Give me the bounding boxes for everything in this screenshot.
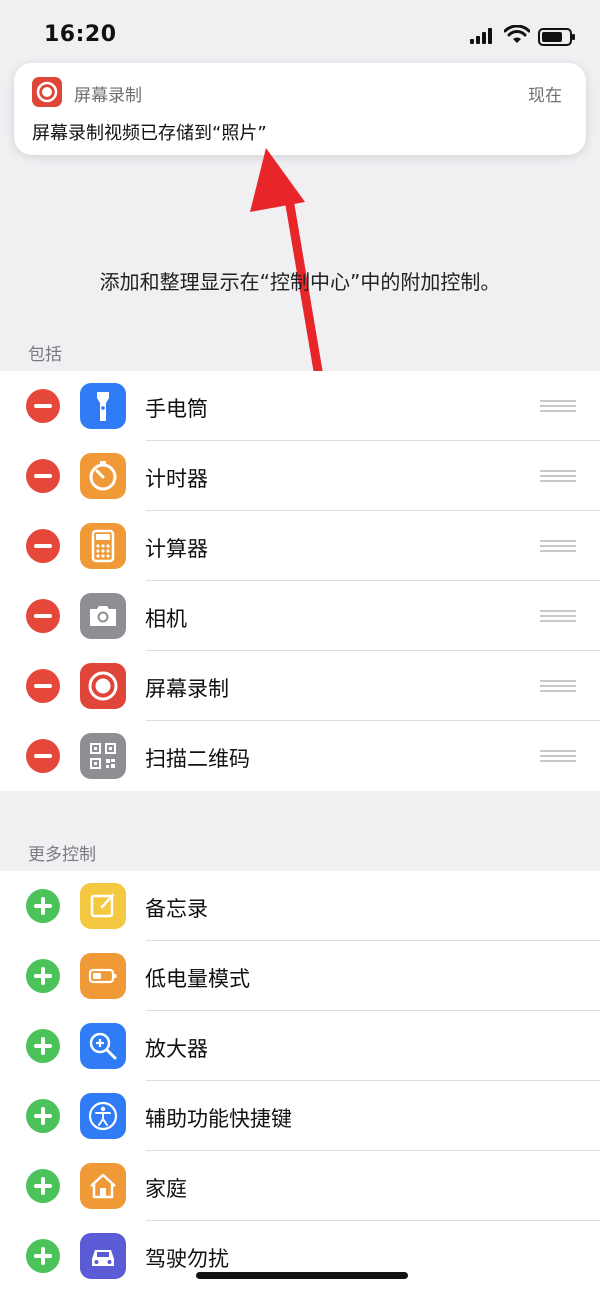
remove-button[interactable] bbox=[26, 389, 60, 423]
list-item: 屏幕录制 bbox=[0, 651, 600, 721]
flashlight-icon bbox=[80, 383, 126, 429]
notification-app-name: 屏幕录制 bbox=[74, 86, 142, 106]
list-item: 扫描二维码 bbox=[0, 721, 600, 791]
wifi-icon bbox=[504, 25, 530, 43]
section-header-included: 包括 bbox=[28, 345, 62, 365]
included-controls-list: 手电筒 计时器 计算器 相机 屏幕录制 扫描二维码 bbox=[0, 371, 600, 791]
list-item: 计算器 bbox=[0, 511, 600, 581]
status-bar: 16:20 bbox=[0, 0, 600, 70]
car-icon bbox=[80, 1233, 126, 1279]
control-label: 计算器 bbox=[145, 537, 208, 561]
magnifier-icon bbox=[80, 1023, 126, 1069]
remove-button[interactable] bbox=[26, 599, 60, 633]
control-label: 辅助功能快捷键 bbox=[145, 1107, 292, 1131]
timer-icon bbox=[80, 453, 126, 499]
list-item: 驾驶勿扰 bbox=[0, 1221, 600, 1291]
control-label: 相机 bbox=[145, 607, 187, 631]
add-button[interactable] bbox=[26, 889, 60, 923]
reorder-handle[interactable] bbox=[540, 468, 576, 484]
notification-time: 现在 bbox=[528, 86, 562, 106]
screen-record-icon bbox=[32, 77, 62, 107]
list-item: 备忘录 bbox=[0, 871, 600, 941]
remove-button[interactable] bbox=[26, 739, 60, 773]
qr-code-icon bbox=[80, 733, 126, 779]
screen-recording-notification[interactable]: 屏幕录制 现在 屏幕录制视频已存储到“照片” bbox=[14, 63, 586, 155]
list-item: 辅助功能快捷键 bbox=[0, 1081, 600, 1151]
list-item: 手电筒 bbox=[0, 371, 600, 441]
remove-button[interactable] bbox=[26, 529, 60, 563]
control-label: 屏幕录制 bbox=[145, 677, 229, 701]
control-label: 家庭 bbox=[145, 1177, 187, 1201]
list-item: 相机 bbox=[0, 581, 600, 651]
list-item: 计时器 bbox=[0, 441, 600, 511]
list-item: 家庭 bbox=[0, 1151, 600, 1221]
home-icon bbox=[80, 1163, 126, 1209]
cellular-signal-icon bbox=[470, 28, 492, 44]
more-controls-list: 备忘录 低电量模式 放大器 辅助功能快捷键 家庭 驾驶勿扰 bbox=[0, 871, 600, 1293]
control-label: 放大器 bbox=[145, 1037, 208, 1061]
remove-button[interactable] bbox=[26, 669, 60, 703]
battery-icon bbox=[538, 28, 575, 46]
calculator-icon bbox=[80, 523, 126, 569]
accessibility-icon bbox=[80, 1093, 126, 1139]
control-label: 扫描二维码 bbox=[145, 747, 250, 771]
notes-icon bbox=[80, 883, 126, 929]
description-text: 添加和整理显示在“控制中心”中的附加控制。 bbox=[99, 270, 501, 294]
control-label: 低电量模式 bbox=[145, 967, 250, 991]
control-label: 计时器 bbox=[145, 467, 208, 491]
reorder-handle[interactable] bbox=[540, 538, 576, 554]
reorder-handle[interactable] bbox=[540, 608, 576, 624]
camera-icon bbox=[80, 593, 126, 639]
list-item: 放大器 bbox=[0, 1011, 600, 1081]
reorder-handle[interactable] bbox=[540, 678, 576, 694]
control-label: 驾驶勿扰 bbox=[145, 1247, 229, 1271]
remove-button[interactable] bbox=[26, 459, 60, 493]
control-label: 备忘录 bbox=[145, 897, 208, 921]
home-indicator[interactable] bbox=[196, 1272, 408, 1279]
low-power-icon bbox=[80, 953, 126, 999]
section-header-more: 更多控制 bbox=[28, 845, 96, 865]
reorder-handle[interactable] bbox=[540, 398, 576, 414]
add-button[interactable] bbox=[26, 1169, 60, 1203]
status-time: 16:20 bbox=[44, 22, 117, 47]
add-button[interactable] bbox=[26, 959, 60, 993]
screen-record-icon bbox=[80, 663, 126, 709]
add-button[interactable] bbox=[26, 1239, 60, 1273]
list-item: 低电量模式 bbox=[0, 941, 600, 1011]
control-label: 手电筒 bbox=[145, 397, 208, 421]
add-button[interactable] bbox=[26, 1099, 60, 1133]
add-button[interactable] bbox=[26, 1029, 60, 1063]
reorder-handle[interactable] bbox=[540, 748, 576, 764]
notification-body: 屏幕录制视频已存储到“照片” bbox=[32, 123, 267, 144]
